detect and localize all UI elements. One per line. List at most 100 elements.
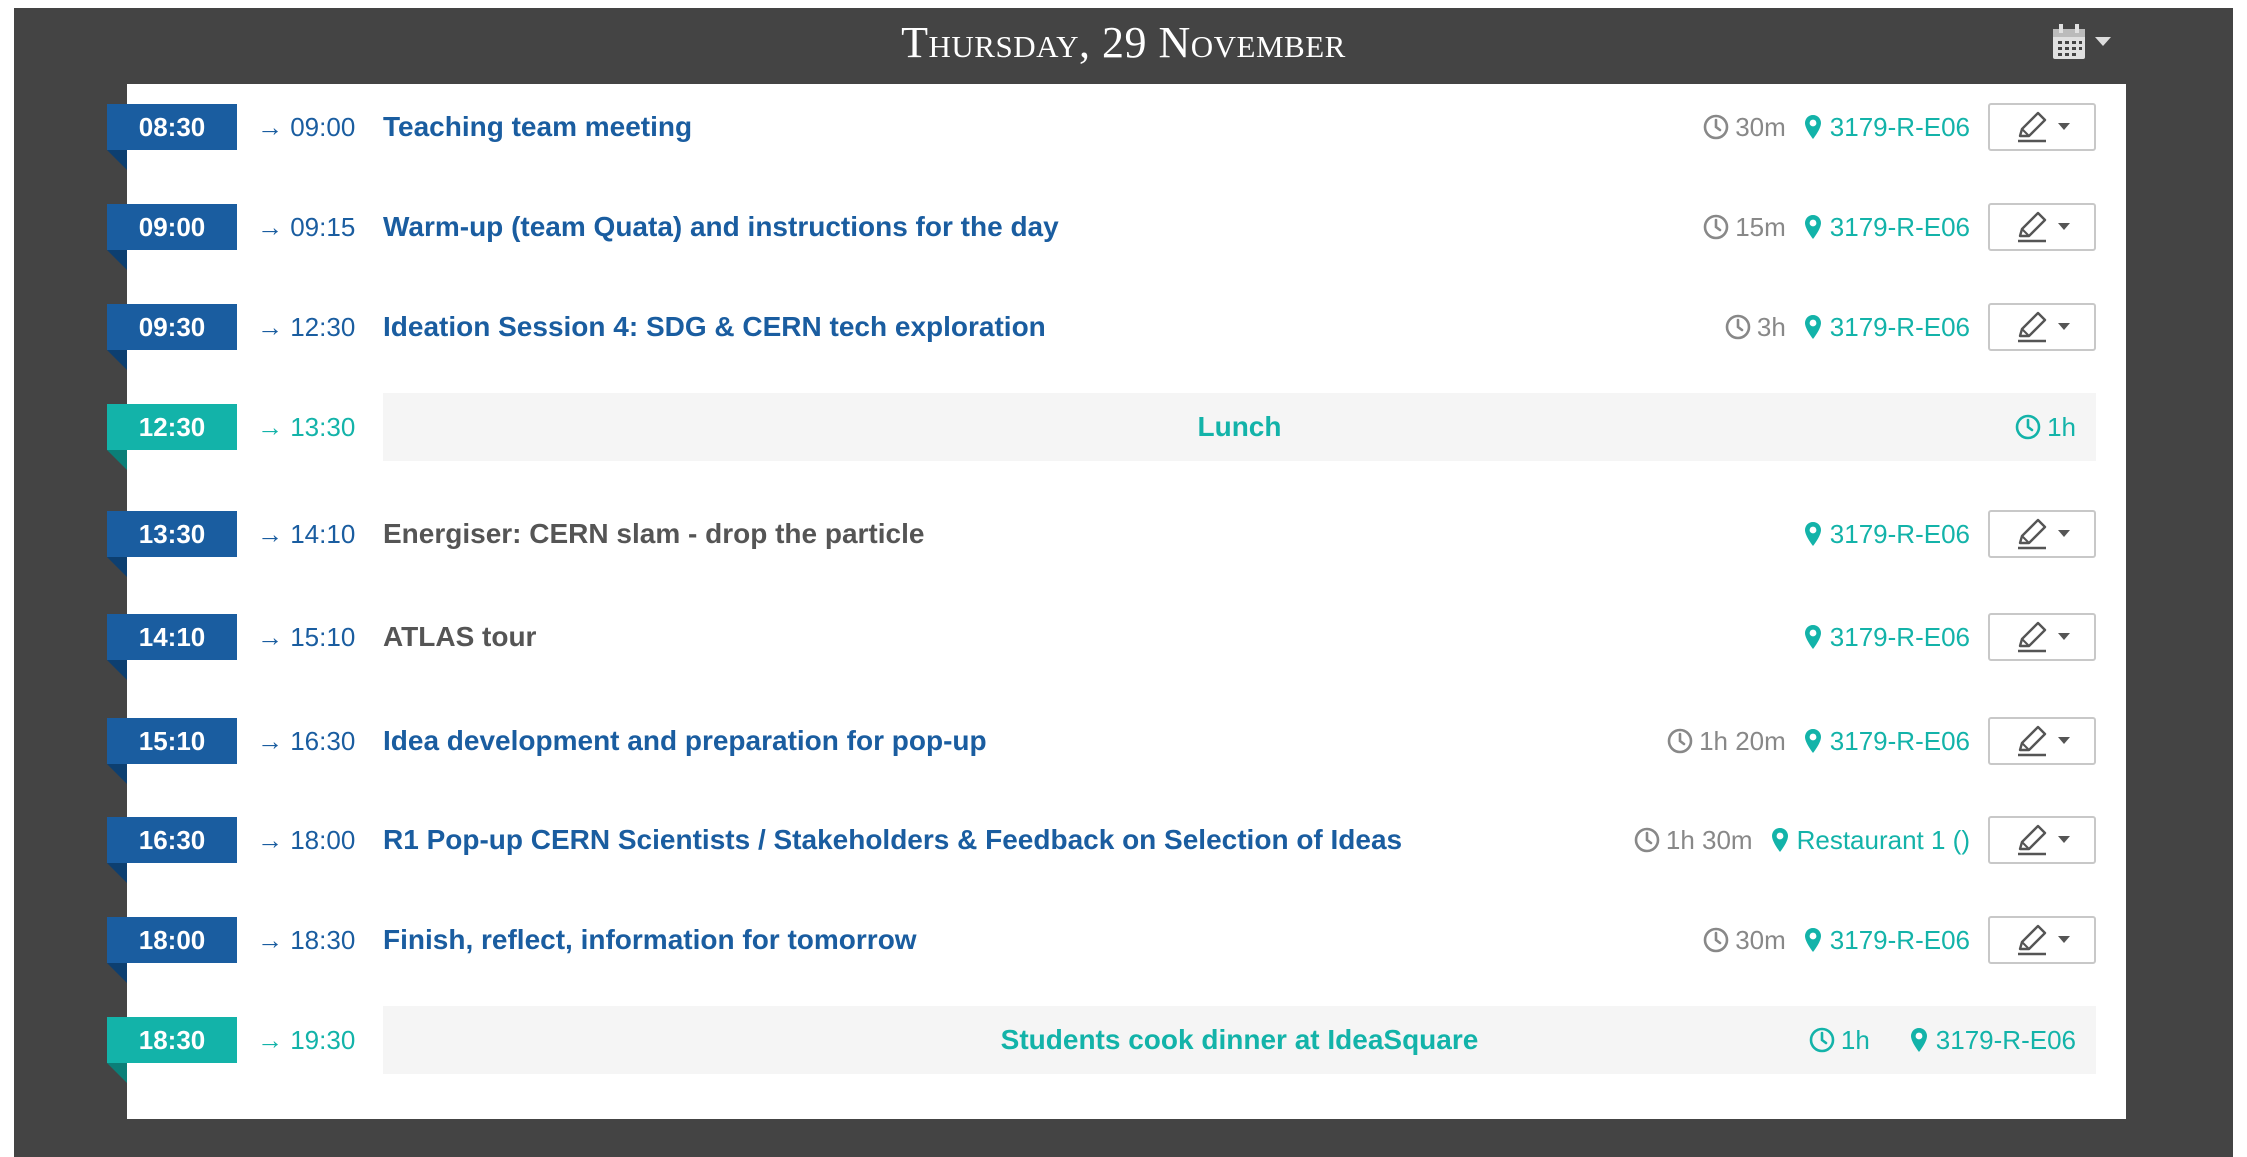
start-time-badge: 09:30 [107, 304, 237, 370]
location-link[interactable]: 3179-R-E06 [1910, 1025, 2076, 1056]
break-title[interactable]: Lunch [383, 393, 2096, 461]
timetable-card: 08:30 → 09:00 Teaching team meeting 30m 3… [107, 84, 2126, 1119]
edit-dropdown-button[interactable] [1988, 203, 2096, 251]
entry-meta: 15m 3179-R-E06 [1703, 203, 2096, 251]
end-time: → 18:30 [257, 925, 356, 955]
calendar-dropdown-button[interactable] [2051, 20, 2123, 64]
location-label: 3179-R-E06 [1829, 924, 1970, 955]
entry-meta: 3179-R-E06 [1804, 510, 2096, 558]
duration: 15m [1703, 212, 1786, 243]
start-time-badge: 16:30 [107, 817, 237, 883]
duration: 1h 30m [1634, 825, 1753, 856]
timetable-entry: 12:30 → 13:30 Lunch 1h [107, 384, 2126, 484]
location-link[interactable]: 3179-R-E06 [1804, 312, 1970, 343]
location-label: 3179-R-E06 [1829, 111, 1970, 142]
entry-title[interactable]: R1 Pop-up CERN Scientists / Stakeholders… [383, 817, 1402, 863]
entry-title[interactable]: Warm-up (team Quata) and instructions fo… [383, 204, 1059, 250]
pencil-icon [2014, 110, 2050, 144]
location-label: 3179-R-E06 [1829, 518, 1970, 549]
pencil-icon [2014, 823, 2050, 857]
location-link[interactable]: 3179-R-E06 [1804, 519, 1970, 550]
start-time-badge: 15:10 [107, 718, 237, 784]
edit-dropdown-button[interactable] [1988, 717, 2096, 765]
location-link[interactable]: 3179-R-E06 [1804, 925, 1970, 956]
map-pin-icon [1804, 728, 1822, 754]
caret-down-icon [2058, 737, 2070, 745]
entry-meta: 3h 3179-R-E06 [1725, 303, 2096, 351]
caret-down-icon [2095, 37, 2111, 47]
edit-dropdown-button[interactable] [1988, 303, 2096, 351]
start-time-badge: 14:10 [107, 614, 237, 680]
edit-dropdown-button[interactable] [1988, 613, 2096, 661]
location-link[interactable]: 3179-R-E06 [1804, 726, 1970, 757]
duration: 30m [1703, 112, 1786, 143]
map-pin-icon [1804, 114, 1822, 140]
entry-title[interactable]: Finish, reflect, information for tomorro… [383, 917, 917, 963]
location-link[interactable]: 3179-R-E06 [1804, 622, 1970, 653]
pencil-icon [2014, 310, 2050, 344]
entry-meta: 30m 3179-R-E06 [1703, 916, 2096, 964]
clock-icon [1725, 314, 1751, 340]
duration: 30m [1703, 925, 1786, 956]
caret-down-icon [2058, 936, 2070, 944]
location-label: 3179-R-E06 [1935, 1024, 2076, 1055]
duration-label: 1h [2047, 411, 2076, 442]
timetable-entry: 08:30 → 09:00 Teaching team meeting 30m 3… [107, 84, 2126, 184]
entry-title[interactable]: Idea development and preparation for pop… [383, 718, 987, 764]
edit-dropdown-button[interactable] [1988, 816, 2096, 864]
duration: 1h [1809, 1025, 1870, 1056]
caret-down-icon [2058, 836, 2070, 844]
location-label: 3179-R-E06 [1829, 311, 1970, 342]
timetable-entry: 15:10 → 16:30 Idea development and prepar… [107, 698, 2126, 798]
duration-label: 30m [1735, 111, 1786, 142]
location-label: 3179-R-E06 [1829, 211, 1970, 242]
end-time: → 12:30 [257, 312, 356, 342]
timetable-entry: 13:30 → 14:10 Energiser: CERN slam - drop… [107, 491, 2126, 591]
caret-down-icon [2058, 223, 2070, 231]
end-time: → 16:30 [257, 726, 356, 756]
end-time: → 19:30 [257, 1025, 356, 1055]
location-label: Restaurant 1 () [1796, 824, 1970, 855]
map-pin-icon [1804, 624, 1822, 650]
start-time-badge: 12:30 [107, 404, 237, 470]
duration-label: 1h [1840, 1024, 1870, 1055]
end-time: → 15:10 [257, 622, 356, 652]
break-meta: 1h 3179-R-E06 [1809, 1006, 2076, 1074]
duration-label: 1h 30m [1665, 824, 1753, 855]
entry-title: Energiser: CERN slam - drop the particle [383, 518, 925, 549]
calendar-icon [2051, 23, 2087, 61]
start-time-badge: 09:00 [107, 204, 237, 270]
map-pin-icon [1804, 927, 1822, 953]
location-link[interactable]: Restaurant 1 () [1771, 825, 1970, 856]
duration-label: 30m [1735, 924, 1786, 955]
duration-label: 15m [1735, 211, 1786, 242]
end-time: → 18:00 [257, 825, 356, 855]
map-pin-icon [1771, 827, 1789, 853]
break-block: Students cook dinner at IdeaSquare 1h 31… [383, 1006, 2096, 1074]
entry-title[interactable]: Teaching team meeting [383, 104, 692, 150]
location-label: 3179-R-E06 [1829, 621, 1970, 652]
edit-dropdown-button[interactable] [1988, 103, 2096, 151]
duration: 1h 20m [1667, 726, 1786, 757]
location-link[interactable]: 3179-R-E06 [1804, 212, 1970, 243]
start-time-badge: 13:30 [107, 511, 237, 577]
caret-down-icon [2058, 123, 2070, 131]
caret-down-icon [2058, 323, 2070, 331]
entry-title[interactable]: Ideation Session 4: SDG & CERN tech expl… [383, 304, 1046, 350]
clock-icon [1703, 114, 1729, 140]
clock-icon [1667, 728, 1693, 754]
entry-meta: 1h 30m Restaurant 1 () [1634, 816, 2096, 864]
clock-icon [1634, 827, 1660, 853]
end-time: → 14:10 [257, 519, 356, 549]
map-pin-icon [1804, 214, 1822, 240]
break-meta: 1h [2015, 393, 2076, 461]
entry-meta: 3179-R-E06 [1804, 613, 2096, 661]
pencil-icon [2014, 517, 2050, 551]
clock-icon [2015, 414, 2041, 440]
edit-dropdown-button[interactable] [1988, 510, 2096, 558]
timetable-entry: 16:30 → 18:00 R1 Pop-up CERN Scientists /… [107, 797, 2126, 897]
edit-dropdown-button[interactable] [1988, 916, 2096, 964]
start-time-badge: 18:00 [107, 917, 237, 983]
location-link[interactable]: 3179-R-E06 [1804, 112, 1970, 143]
map-pin-icon [1804, 314, 1822, 340]
